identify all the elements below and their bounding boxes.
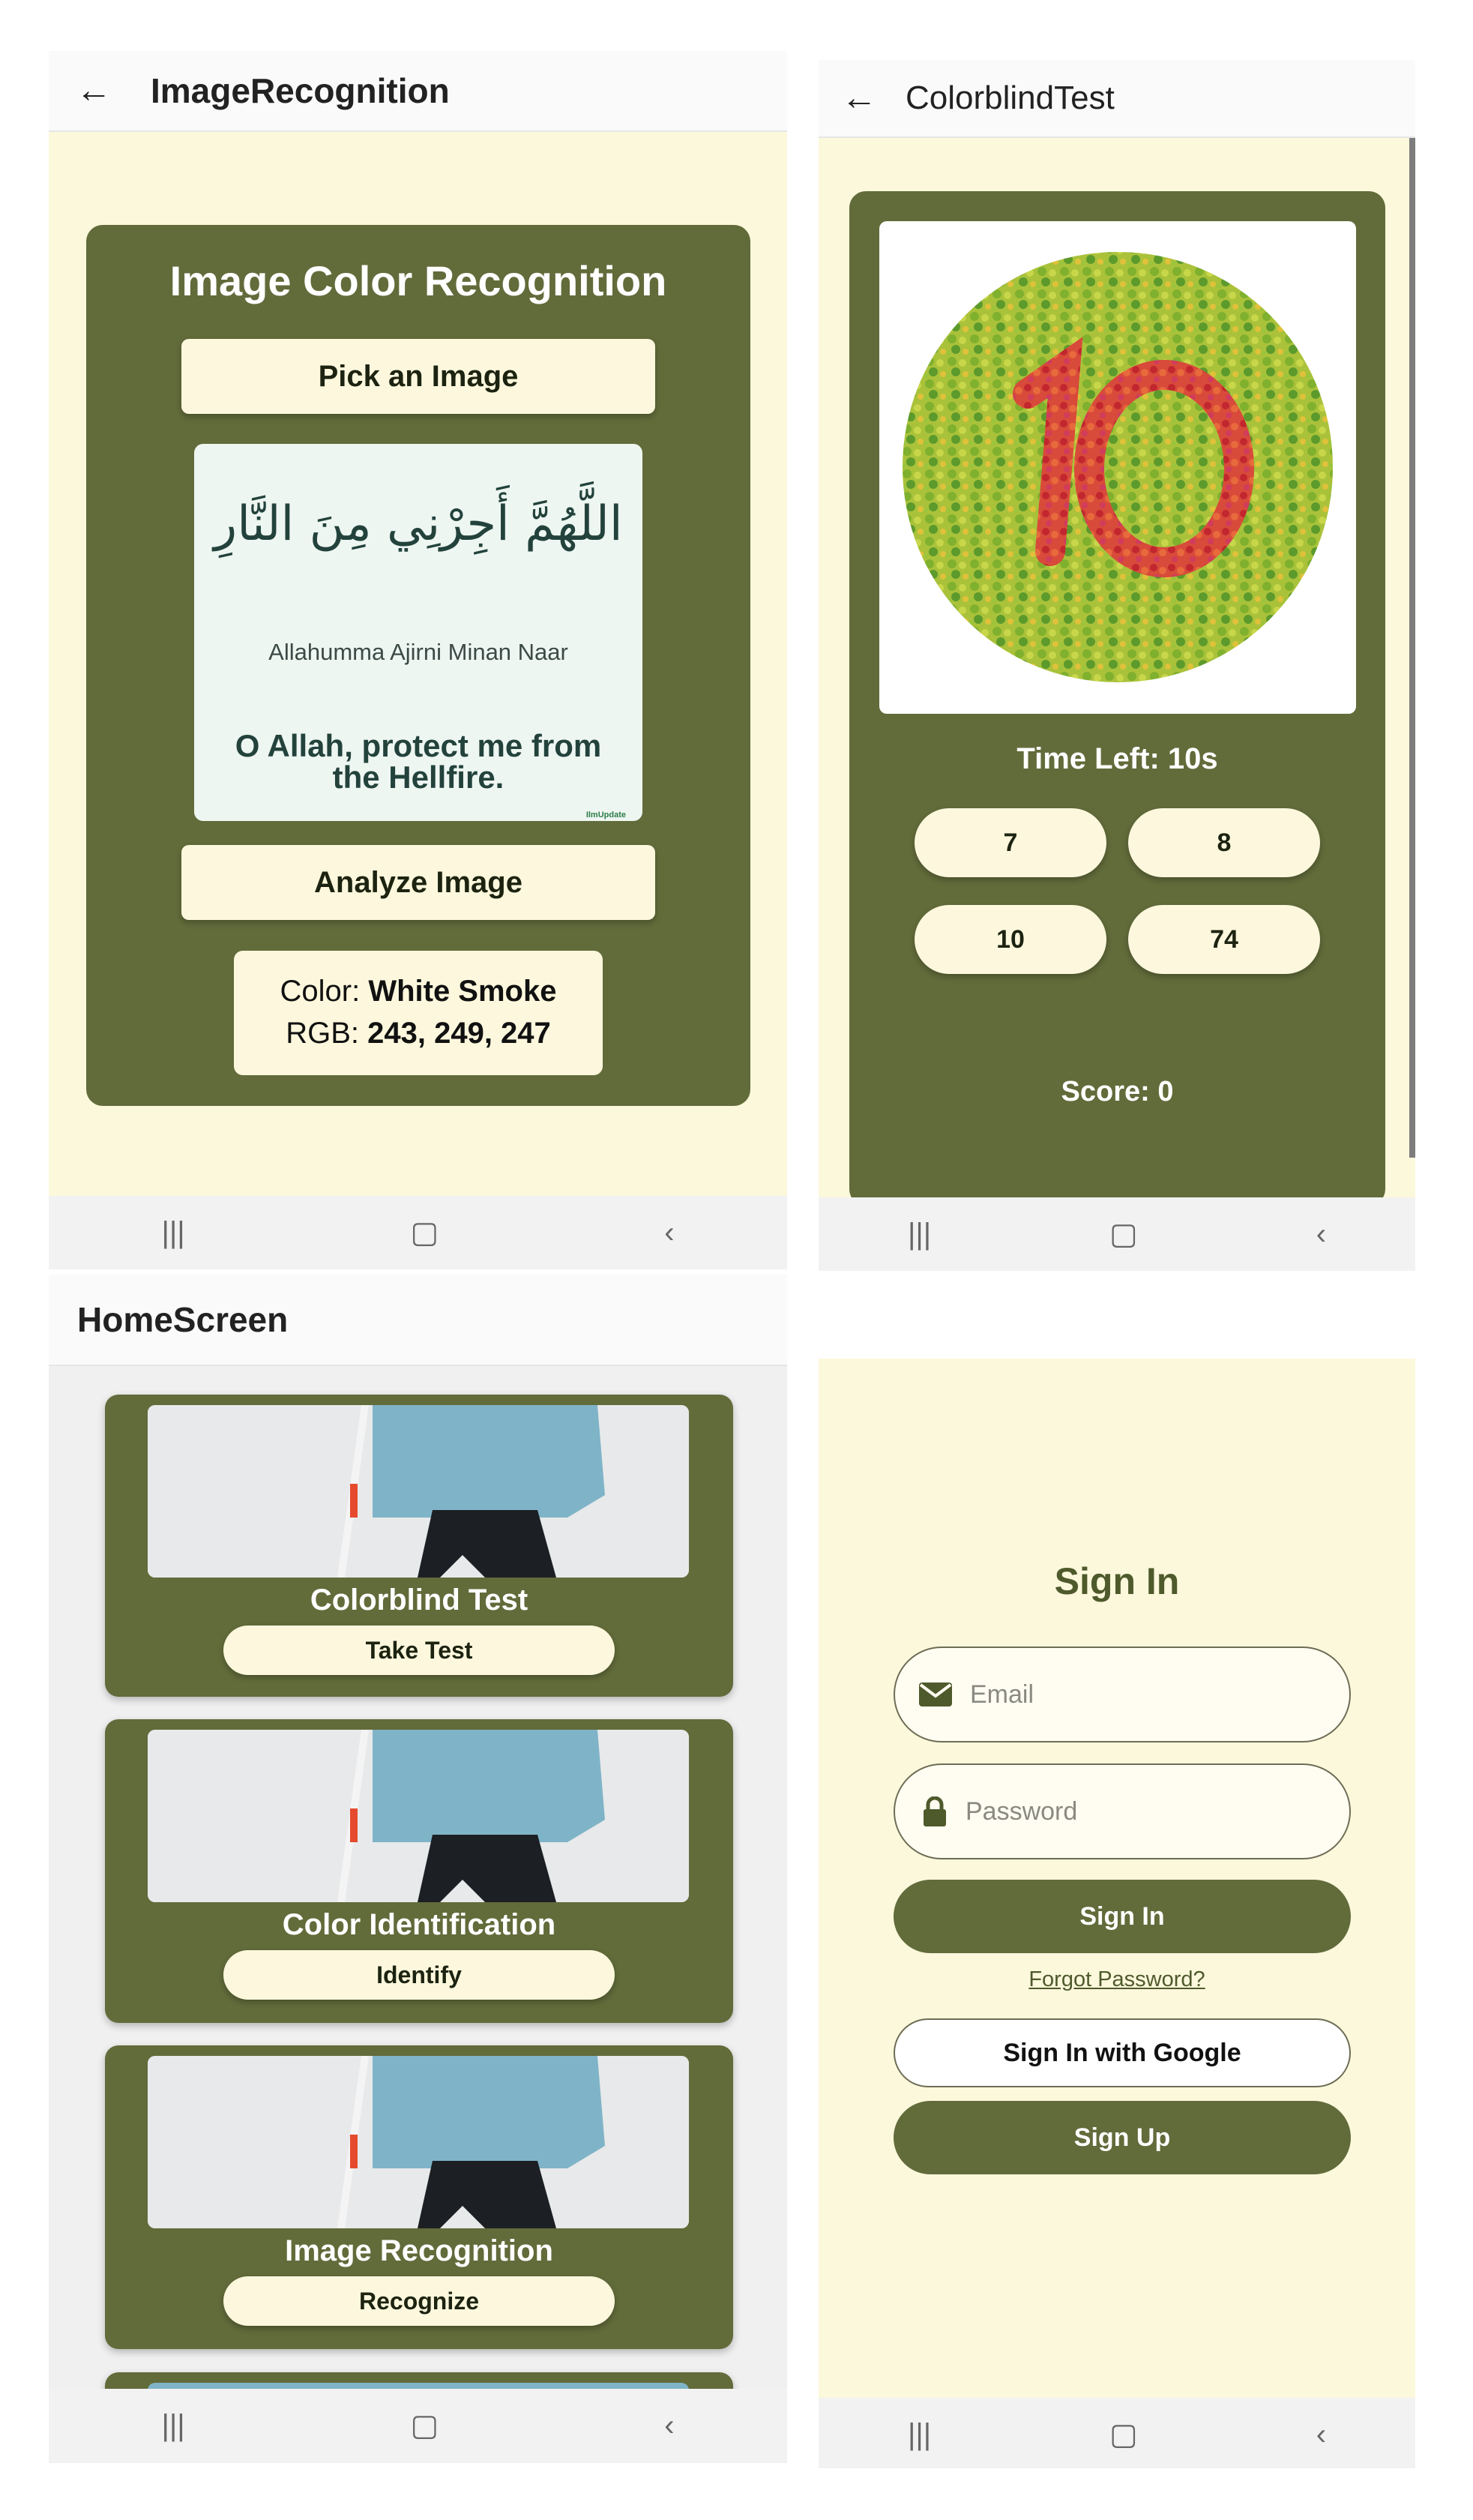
back-nav-icon[interactable]: ‹ (1316, 2418, 1326, 2452)
feature-card-image-recognition: Image Recognition Recognize (105, 2045, 733, 2349)
sign-in-screen: Sign In Email Password Sign In Forgot Pa… (819, 1359, 1415, 2468)
app-bar: HomeScreen (49, 1275, 787, 1366)
lock-icon (924, 1796, 946, 1826)
recents-icon[interactable]: ||| (908, 1218, 931, 1251)
rgb-label: RGB: (286, 1017, 359, 1050)
back-arrow-icon[interactable]: ← (841, 80, 877, 116)
home-icon[interactable]: ▢ (411, 2408, 439, 2443)
time-left-label: Time Left: 10s (1016, 742, 1218, 775)
scrollbar[interactable] (1409, 138, 1415, 1158)
system-nav-bar: ||| ▢ ‹ (49, 1196, 787, 1269)
english-text: O Allah, protect me from the Hellfire. (235, 728, 602, 795)
card-title: Colorblind Test (310, 1584, 528, 1617)
take-test-button[interactable]: Take Test (223, 1626, 615, 1675)
answer-option-8[interactable]: 8 (1128, 808, 1320, 877)
home-screen: HomeScreen Colorblind Test Take Test Col… (49, 1275, 787, 2463)
color-label: Color: (280, 975, 361, 1008)
home-icon[interactable]: ▢ (1109, 2417, 1138, 2452)
pick-image-button[interactable]: Pick an Image (181, 339, 655, 414)
ishihara-plate-image (903, 252, 1333, 682)
color-value: White Smoke (368, 975, 557, 1008)
card-photo (148, 1730, 689, 1902)
rgb-result: RGB: 243, 249, 247 (234, 1012, 603, 1054)
recognition-panel: Image Color Recognition Pick an Image ال… (86, 225, 750, 1106)
password-placeholder: Password (966, 1796, 1078, 1826)
recognize-button[interactable]: Recognize (223, 2276, 615, 2326)
card-photo (148, 1405, 689, 1578)
recents-icon[interactable]: ||| (161, 1216, 184, 1250)
forgot-password-link[interactable]: Forgot Password? (819, 1967, 1415, 1992)
identify-button[interactable]: Identify (223, 1950, 615, 2000)
test-panel: Time Left: 10s 7 8 10 74 Score: 0 (849, 191, 1385, 1206)
email-field[interactable]: Email (894, 1647, 1351, 1742)
colorblind-test-screen: ← ColorblindTest Time Left: 10s 7 8 10 7… (819, 60, 1415, 1271)
app-bar: ← ImageRecognition (49, 51, 787, 132)
screen-title: HomeScreen (77, 1300, 289, 1339)
card-photo (148, 2056, 689, 2228)
back-nav-icon[interactable]: ‹ (664, 1216, 674, 1250)
screen-title: ColorblindTest (906, 79, 1115, 116)
arabic-text: اللَّهُمَّ أَجِرْنِي مِنَ النَّارِ (214, 496, 623, 552)
sign-in-button[interactable]: Sign In (894, 1880, 1351, 1953)
home-icon[interactable]: ▢ (411, 1215, 439, 1250)
screen-title: ImageRecognition (151, 71, 450, 110)
system-nav-bar: ||| ▢ ‹ (819, 2398, 1415, 2468)
answer-option-74[interactable]: 74 (1128, 905, 1320, 974)
analyze-image-button[interactable]: Analyze Image (181, 845, 655, 920)
card-title: Color Identification (282, 1908, 556, 1941)
watermark-text: IlmUpdate (585, 811, 626, 820)
system-nav-bar: ||| ▢ ‹ (49, 2389, 787, 2462)
answer-option-10[interactable]: 10 (915, 905, 1106, 974)
rgb-value: 243, 249, 247 (367, 1017, 551, 1050)
result-box: Color: White Smoke RGB: 243, 249, 247 (234, 951, 603, 1075)
home-icon[interactable]: ▢ (1109, 1217, 1138, 1251)
recents-icon[interactable]: ||| (161, 2409, 184, 2443)
back-arrow-icon[interactable]: ← (76, 73, 112, 109)
back-nav-icon[interactable]: ‹ (1316, 1218, 1326, 1251)
envelope-icon (919, 1682, 952, 1706)
app-bar: ← ColorblindTest (819, 60, 1415, 138)
image-preview: اللَّهُمَّ أَجِرْنِي مِنَ النَّارِ Allah… (194, 444, 642, 821)
email-placeholder: Email (970, 1680, 1034, 1709)
transliteration-text: Allahumma Ajirni Minan Naar (268, 639, 568, 665)
recents-icon[interactable]: ||| (908, 2418, 931, 2452)
panel-heading: Image Color Recognition (169, 257, 667, 304)
system-nav-bar: ||| ▢ ‹ (819, 1197, 1415, 1271)
sign-in-heading: Sign In (1054, 1560, 1180, 1602)
back-nav-icon[interactable]: ‹ (664, 2409, 674, 2443)
google-sign-in-button[interactable]: Sign In with Google (894, 2018, 1351, 2087)
card-title: Image Recognition (285, 2234, 553, 2267)
password-field[interactable]: Password (894, 1763, 1351, 1859)
answer-option-7[interactable]: 7 (915, 808, 1106, 877)
feature-card-colorblind: Colorblind Test Take Test (105, 1395, 733, 1697)
plate-frame (879, 221, 1356, 714)
sign-up-button[interactable]: Sign Up (894, 2101, 1351, 2174)
feature-card-identification: Color Identification Identify (105, 1719, 733, 2023)
image-recognition-screen: ← ImageRecognition Image Color Recogniti… (49, 51, 787, 1269)
color-result: Color: White Smoke (234, 970, 603, 1012)
score-label: Score: 0 (1061, 1076, 1174, 1107)
